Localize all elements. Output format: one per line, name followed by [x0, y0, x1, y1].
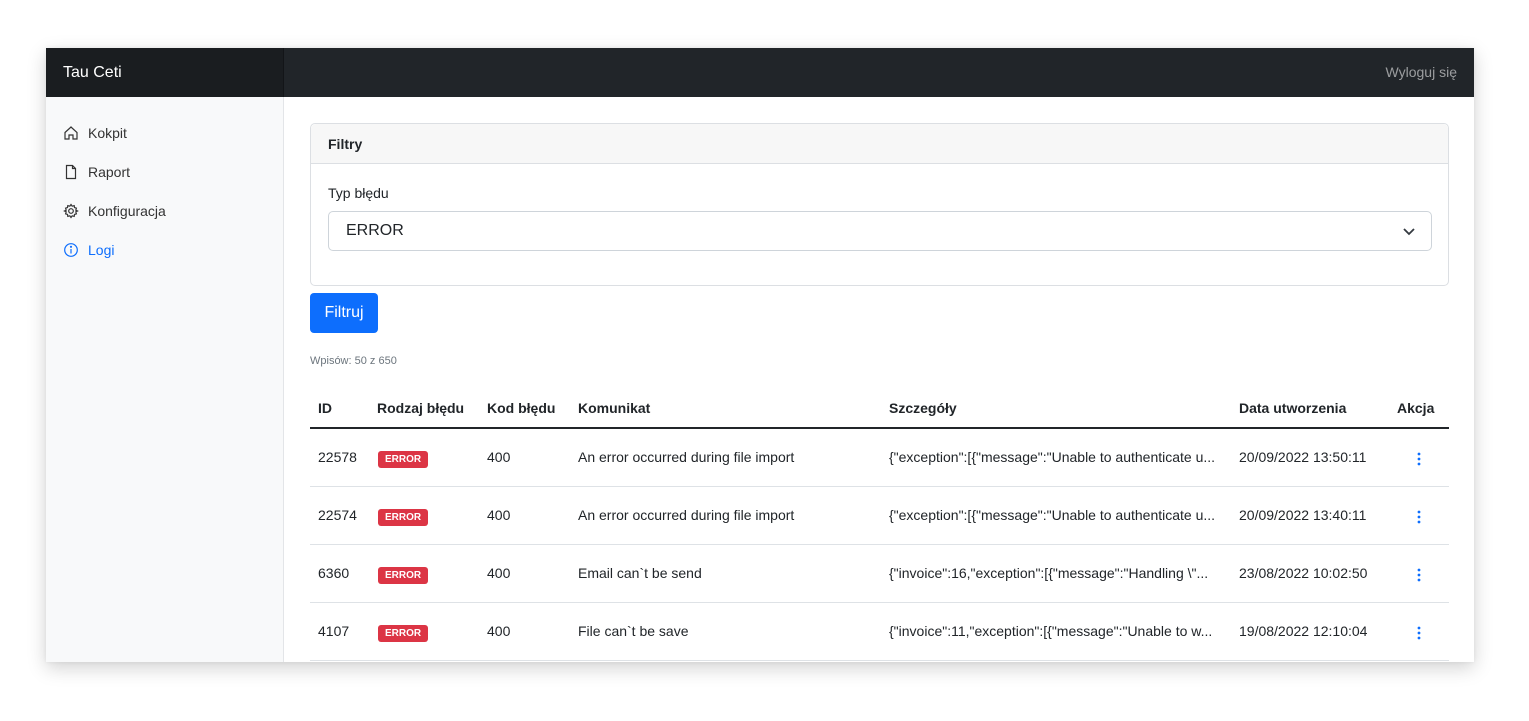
column-header-message[interactable]: Komunikat	[578, 400, 650, 416]
table-row: 6360 ERROR 400 Email can`t be send {"inv…	[310, 545, 1449, 603]
file-icon	[65, 164, 77, 180]
cell-created: 23/08/2022 10:02:50	[1239, 565, 1368, 581]
table-row: 4107 ERROR 400 File can`t be save {"invo…	[310, 603, 1449, 661]
cell-id: 22574	[318, 507, 357, 523]
cell-details: {"invoice":16,"exception":[{"message":"H…	[889, 565, 1209, 581]
sidebar-item-label: Kokpit	[88, 125, 127, 141]
error-type-label: Typ błędu	[328, 185, 389, 201]
sidebar-item-raport[interactable]: Raport	[63, 161, 130, 183]
cell-code: 400	[487, 623, 511, 639]
cell-details: {"exception":[{"message":"Unable to auth…	[889, 507, 1216, 523]
table-row: 22578 ERROR 400 An error occurred during…	[310, 429, 1449, 487]
error-badge: ERROR	[378, 567, 429, 584]
logout-link[interactable]: Wyloguj się	[1386, 48, 1457, 97]
app-window: Tau Ceti Wyloguj się Kokpit Raport Konfi…	[46, 48, 1474, 662]
cell-id: 22578	[318, 449, 357, 465]
sidebar: Kokpit Raport Konfiguracja Logi	[46, 97, 284, 662]
column-header-type[interactable]: Rodzaj błędu	[377, 400, 464, 416]
sidebar-item-kokpit[interactable]: Kokpit	[63, 122, 127, 144]
brand-logo[interactable]: Tau Ceti	[46, 48, 284, 97]
kebab-menu-icon[interactable]	[1414, 625, 1424, 641]
sidebar-item-logi[interactable]: Logi	[63, 239, 114, 261]
error-badge: ERROR	[378, 509, 429, 526]
error-type-selected-value: ERROR	[346, 222, 404, 239]
sidebar-item-label: Logi	[88, 242, 115, 258]
cell-message: An error occurred during file import	[578, 507, 795, 523]
filter-button[interactable]: Filtruj	[310, 293, 378, 333]
logs-table: ID Rodzaj błędu Kod błędu Komunikat Szcz…	[310, 387, 1449, 661]
cell-code: 400	[487, 507, 511, 523]
cell-created: 19/08/2022 12:10:04	[1239, 623, 1368, 639]
home-icon	[64, 126, 78, 140]
cell-details: {"invoice":11,"exception":[{"message":"U…	[889, 623, 1213, 639]
cell-code: 400	[487, 449, 511, 465]
kebab-menu-icon[interactable]	[1414, 451, 1424, 467]
chevron-down-icon	[1403, 228, 1415, 236]
error-badge: ERROR	[378, 451, 429, 468]
info-circle-icon	[64, 243, 78, 257]
cell-code: 400	[487, 565, 511, 581]
cell-details: {"exception":[{"message":"Unable to auth…	[889, 449, 1216, 465]
cell-message: An error occurred during file import	[578, 449, 795, 465]
main-content: Filtry Typ błędu ERROR Filtruj Wpisów: 5…	[284, 97, 1474, 662]
cell-message: Email can`t be send	[578, 565, 702, 581]
record-count: Wpisów: 50 z 650	[310, 355, 397, 367]
table-row: 22574 ERROR 400 An error occurred during…	[310, 487, 1449, 545]
cell-id: 4107	[318, 623, 350, 639]
table-header: ID Rodzaj błędu Kod błędu Komunikat Szcz…	[310, 387, 1449, 429]
kebab-menu-icon[interactable]	[1414, 509, 1424, 525]
filters-card-title: Filtry	[311, 124, 1448, 164]
error-type-select[interactable]: ERROR	[328, 211, 1432, 251]
column-header-action: Akcja	[1397, 400, 1435, 416]
column-header-code[interactable]: Kod błędu	[487, 400, 555, 416]
cell-created: 20/09/2022 13:50:11	[1239, 449, 1367, 465]
cell-created: 20/09/2022 13:40:11	[1239, 507, 1367, 523]
cell-id: 6360	[318, 565, 350, 581]
cell-message: File can`t be save	[578, 623, 689, 639]
sidebar-item-label: Raport	[88, 164, 131, 180]
error-badge: ERROR	[378, 625, 429, 642]
column-header-details[interactable]: Szczegóły	[889, 400, 957, 416]
column-header-id[interactable]: ID	[318, 400, 332, 416]
filters-card: Filtry Typ błędu ERROR	[310, 123, 1449, 286]
sidebar-item-label: Konfiguracja	[88, 203, 166, 219]
sidebar-item-konfiguracja[interactable]: Konfiguracja	[63, 200, 166, 222]
top-navbar: Tau Ceti Wyloguj się	[46, 48, 1474, 97]
gear-icon	[63, 203, 79, 219]
kebab-menu-icon[interactable]	[1414, 567, 1424, 583]
column-header-created[interactable]: Data utworzenia	[1239, 400, 1346, 416]
